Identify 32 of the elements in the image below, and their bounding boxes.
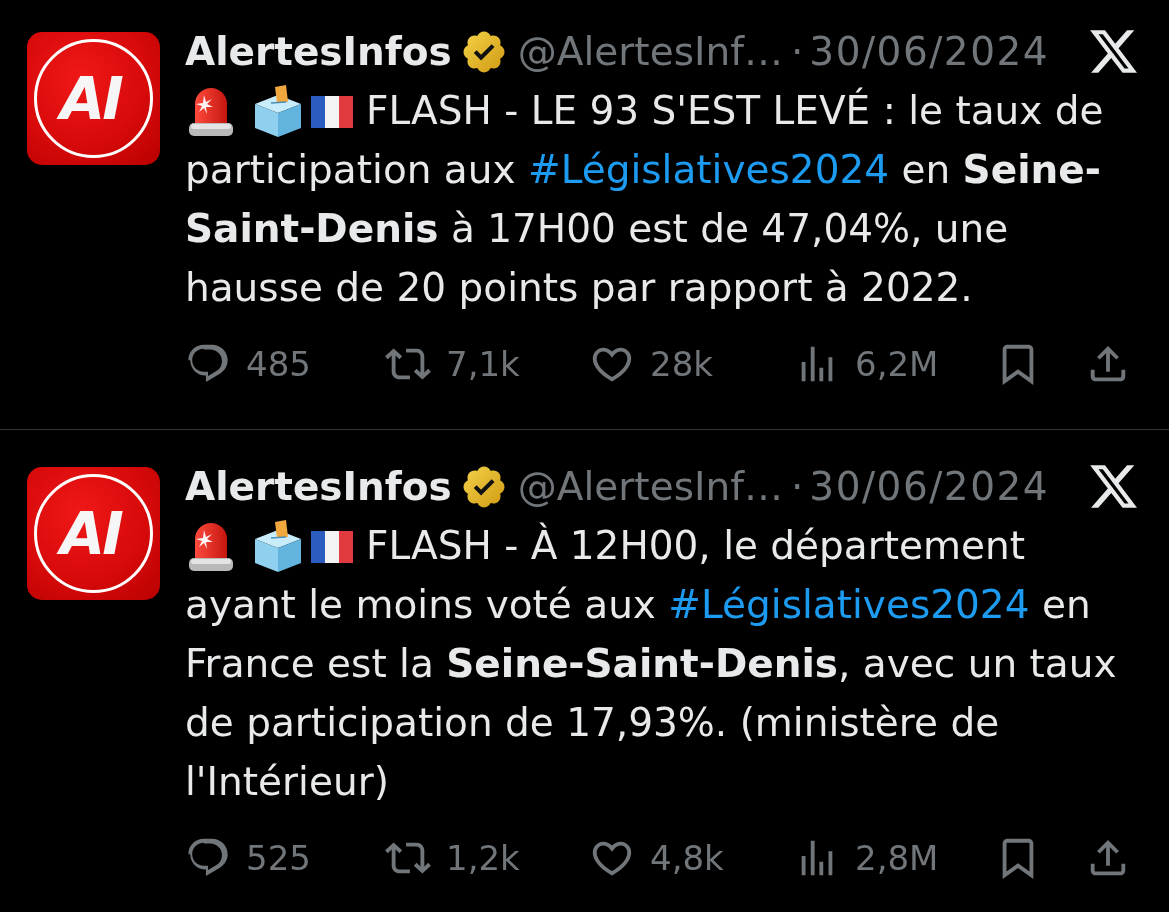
views-button[interactable]: 6,2M — [794, 341, 939, 387]
ballot-box-icon — [253, 520, 303, 572]
post-date[interactable]: 30/06/2024 — [809, 464, 1050, 509]
user-handle[interactable]: @AlertesInf… — [517, 464, 783, 509]
siren-icon — [187, 85, 235, 137]
post-text: FLASH - À 12H00, le département ayant le moins voté aux #Législatives2024 en France est la Seine-Saint-Denis, avec un taux de participation de 17,93%. (ministère de l'Intérieur) — [185, 516, 1133, 811]
flag-icon — [311, 531, 353, 563]
siren-icon — [187, 520, 235, 572]
display-name[interactable]: AlertesInfos — [185, 464, 452, 509]
avatar[interactable]: AI — [27, 32, 160, 165]
logo-icon — [1090, 30, 1137, 73]
post-date[interactable]: 30/06/2024 — [809, 29, 1050, 74]
logo-text: AI — [56, 69, 131, 128]
separator: · — [790, 464, 804, 509]
logo-text: AI — [56, 504, 131, 563]
views-button[interactable]: 2,8M — [794, 835, 939, 881]
flag-icon — [311, 96, 353, 128]
repost-button[interactable]: 1,2k — [385, 835, 520, 881]
display-name[interactable]: AlertesInfos — [185, 29, 452, 74]
like-button[interactable]: 28k — [589, 341, 713, 387]
reply-button[interactable]: 525 — [185, 835, 311, 881]
separator: · — [790, 29, 804, 74]
hashtag-link[interactable]: #Législatives2024 — [668, 582, 1030, 627]
post-text: FLASH - LE 93 S'EST LEVÉ : le taux de participation aux #Législatives2024 en Seine-Saint-Denis à 17H00 est de 47,04%, une hausse de 20 points par rapport à 2022. — [185, 81, 1133, 317]
repost-button[interactable]: 7,1k — [385, 341, 520, 387]
hashtag-link[interactable]: #Législatives2024 — [527, 147, 890, 192]
avatar[interactable]: AI — [27, 467, 160, 600]
ballot-box-icon — [253, 85, 303, 137]
like-button[interactable]: 4,8k — [589, 835, 724, 881]
reply-button[interactable]: 485 — [185, 341, 311, 387]
user-handle[interactable]: @AlertesInf… — [517, 29, 783, 74]
logo-icon — [1090, 465, 1137, 508]
